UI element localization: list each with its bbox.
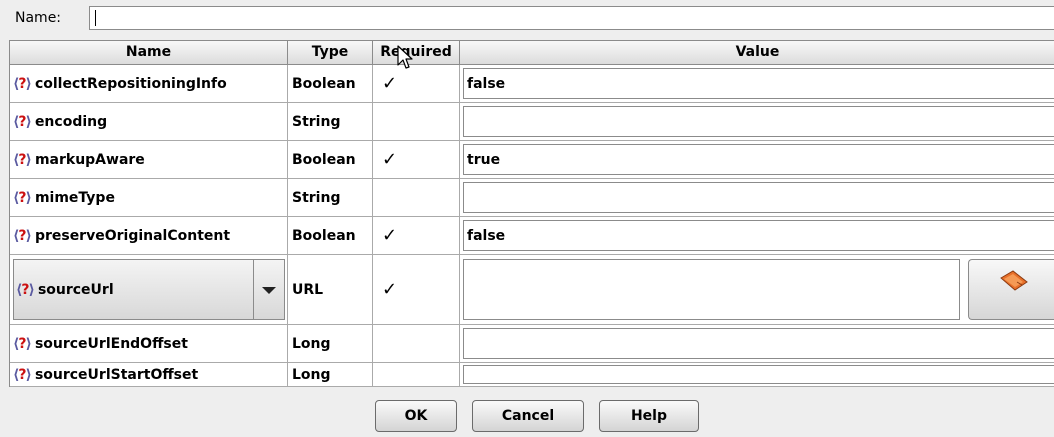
param-name: mimeType [34,189,115,206]
chevron-down-icon[interactable] [262,286,276,294]
help-question-icon[interactable]: ⟨?⟩ [13,336,32,352]
param-value-field[interactable] [463,365,1054,384]
table-row[interactable]: ⟨?⟩ preserveOriginalContent Boolean ✓ fa… [10,217,1054,255]
required-check: ✓ [373,141,460,179]
table-row[interactable]: ⟨?⟩ sourceUrl URL ✓ [10,255,1054,325]
param-value-field[interactable]: false [463,220,1054,251]
source-url-combobox[interactable]: ⟨?⟩ sourceUrl [13,259,285,320]
param-value-field[interactable] [463,182,1054,213]
param-value: false [467,227,506,244]
column-header-name[interactable]: Name [10,41,288,65]
param-name: encoding [34,113,108,130]
name-label: Name: [15,10,62,26]
param-value-cell[interactable] [460,103,1054,141]
table-row[interactable]: ⟨?⟩ sourceUrlEndOffset Long [10,325,1054,363]
help-question-icon[interactable]: ⟨?⟩ [13,76,32,92]
checkmark-icon: ✓ [382,225,398,246]
parameters-table: Name Type Required Value ⟨?⟩ collectRepo… [9,40,1054,387]
param-name-cell[interactable]: ⟨?⟩ markupAware [10,141,288,179]
column-header-value[interactable]: Value [460,41,1054,65]
param-value-cell[interactable] [460,325,1054,363]
browse-button[interactable] [968,259,1054,320]
param-name: sourceUrlEndOffset [34,335,188,352]
checkmark-icon: ✓ [382,73,398,94]
required-check: ✓ [373,217,460,255]
help-button[interactable]: Help [599,400,699,432]
param-name-cell[interactable]: ⟨?⟩ sourceUrlEndOffset [10,325,288,363]
text-caret [95,10,96,26]
param-value-cell[interactable] [460,255,1054,325]
param-value-field[interactable]: false [463,68,1054,99]
param-type: Boolean [288,65,373,103]
param-value-cell[interactable]: true [460,141,1054,179]
param-type: Boolean [288,141,373,179]
param-name: collectRepositioningInfo [34,75,227,92]
table-row[interactable]: ⟨?⟩ sourceUrlStartOffset Long [10,363,1054,387]
help-question-icon[interactable]: ⟨?⟩ [13,114,32,130]
param-type: URL [288,255,373,325]
checkmark-icon: ✓ [382,279,398,300]
open-file-icon [1000,270,1028,291]
param-name-cell[interactable]: ⟨?⟩ sourceUrlStartOffset [10,363,288,387]
param-name-cell[interactable]: ⟨?⟩ sourceUrl [10,255,288,325]
param-value-field[interactable]: true [463,144,1054,175]
name-row: Name: [0,0,1054,40]
help-question-icon[interactable]: ⟨?⟩ [13,367,32,383]
param-name: sourceUrl [37,281,114,298]
source-url-field[interactable] [463,259,960,320]
param-name-cell[interactable]: ⟨?⟩ preserveOriginalContent [10,217,288,255]
param-type: String [288,179,373,217]
required-check: ✓ [373,255,460,325]
param-value-cell[interactable]: false [460,65,1054,103]
param-name: preserveOriginalContent [34,227,231,244]
param-type: Long [288,363,373,387]
help-question-icon[interactable]: ⟨?⟩ [13,152,32,168]
column-header-type[interactable]: Type [288,41,373,65]
param-name: sourceUrlStartOffset [34,366,199,383]
param-name: markupAware [34,151,145,168]
dialog-button-bar: OK Cancel Help [0,386,1054,437]
param-value: false [467,75,506,92]
table-row[interactable]: ⟨?⟩ collectRepositioningInfo Boolean ✓ f… [10,65,1054,103]
required-check [373,363,460,387]
help-question-icon[interactable]: ⟨?⟩ [16,282,35,298]
param-type: String [288,103,373,141]
param-name-cell[interactable]: ⟨?⟩ collectRepositioningInfo [10,65,288,103]
required-check [373,179,460,217]
table-row[interactable]: ⟨?⟩ encoding String [10,103,1054,141]
table-row[interactable]: ⟨?⟩ mimeType String [10,179,1054,217]
param-name-cell[interactable]: ⟨?⟩ mimeType [10,179,288,217]
param-type: Boolean [288,217,373,255]
combo-divider [253,260,254,319]
help-question-icon[interactable]: ⟨?⟩ [13,190,32,206]
param-value-field[interactable] [463,106,1054,137]
column-header-required[interactable]: Required [373,41,460,65]
required-check: ✓ [373,65,460,103]
param-type: Long [288,325,373,363]
help-question-icon[interactable]: ⟨?⟩ [13,228,32,244]
param-value-cell[interactable] [460,363,1054,387]
param-value-cell[interactable] [460,179,1054,217]
table-row[interactable]: ⟨?⟩ markupAware Boolean ✓ true [10,141,1054,179]
required-check [373,103,460,141]
param-value-cell[interactable]: false [460,217,1054,255]
required-check [373,325,460,363]
checkmark-icon: ✓ [382,149,398,170]
param-value-field[interactable] [463,328,1054,359]
name-input[interactable] [89,6,1054,30]
param-value: true [467,151,501,168]
param-name-cell[interactable]: ⟨?⟩ encoding [10,103,288,141]
ok-button[interactable]: OK [375,400,457,432]
cancel-button[interactable]: Cancel [472,400,584,432]
